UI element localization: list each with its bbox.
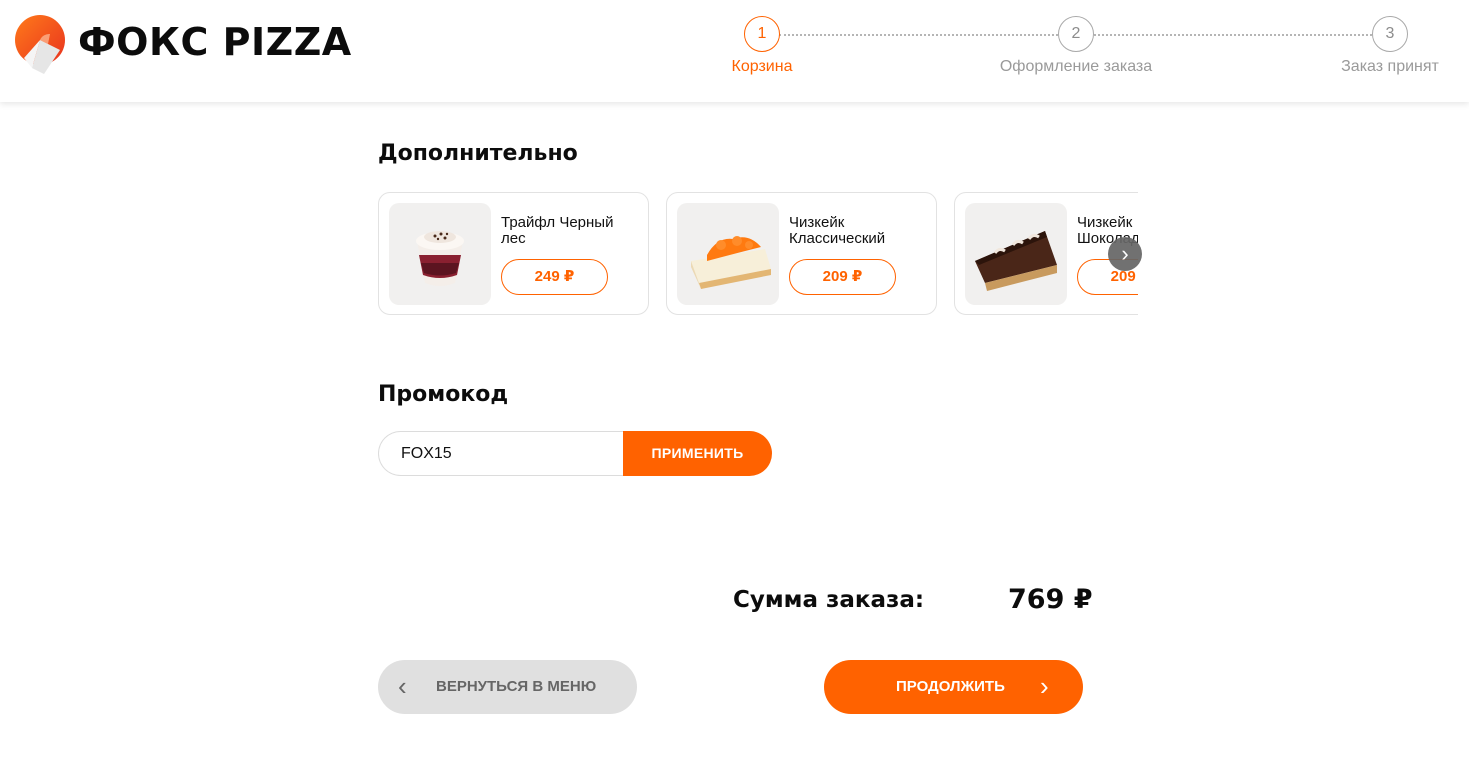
back-to-menu-label: ВЕРНУТЬСЯ В МЕНЮ: [436, 678, 597, 695]
extra-item-card[interactable]: Чизкейк Классический 209 ₽: [666, 192, 937, 315]
chevron-right-icon: ›: [1040, 671, 1049, 701]
extra-item-name: Трайфл Черный лес: [501, 214, 614, 247]
extras-title: Дополнительно: [378, 141, 578, 166]
extra-item-name: Чизкейк Классический: [789, 214, 886, 247]
back-to-menu-button[interactable]: ‹ ВЕРНУТЬСЯ В МЕНЮ: [378, 660, 637, 714]
carousel-next-icon[interactable]: ›: [1108, 237, 1142, 271]
continue-label: ПРОДОЛЖИТЬ: [896, 678, 1005, 695]
cheesecake-classic-image: [677, 203, 779, 305]
add-extra-price-button[interactable]: 249 ₽: [501, 259, 608, 295]
extras-carousel: Трайфл Черный лес 249 ₽ Чизкейк Классиче…: [378, 192, 1138, 316]
order-total-label: Сумма заказа:: [733, 587, 925, 613]
step-connector: [779, 34, 1058, 36]
step-1-circle: 1: [744, 16, 780, 52]
step-2-label: Оформление заказа: [999, 58, 1153, 75]
extra-item-card[interactable]: Трайфл Черный лес 249 ₽: [378, 192, 649, 315]
promo-title: Промокод: [378, 382, 509, 407]
apply-promo-button[interactable]: ПРИМЕНИТЬ: [623, 431, 772, 476]
step-3-circle: 3: [1372, 16, 1408, 52]
step-3-label: Заказ принят: [1341, 58, 1439, 75]
trifle-image: [389, 203, 491, 305]
continue-button[interactable]: ПРОДОЛЖИТЬ ›: [824, 660, 1083, 714]
step-connector: [1094, 34, 1372, 36]
header: ФОКС PIZZA 1 2 3 Корзина Оформление зака…: [0, 0, 1469, 102]
promo-code-input[interactable]: [378, 431, 640, 476]
step-2-circle: 2: [1058, 16, 1094, 52]
cheesecake-chocolate-image: [965, 203, 1067, 305]
chevron-left-icon: ‹: [398, 671, 407, 701]
step-1-label: Корзина: [731, 58, 793, 75]
add-extra-price-button[interactable]: 209 ₽: [789, 259, 896, 295]
checkout-steps: 1 2 3 Корзина Оформление заказа Заказ пр…: [0, 0, 1469, 102]
order-total-value: 769 ₽: [1008, 584, 1093, 615]
